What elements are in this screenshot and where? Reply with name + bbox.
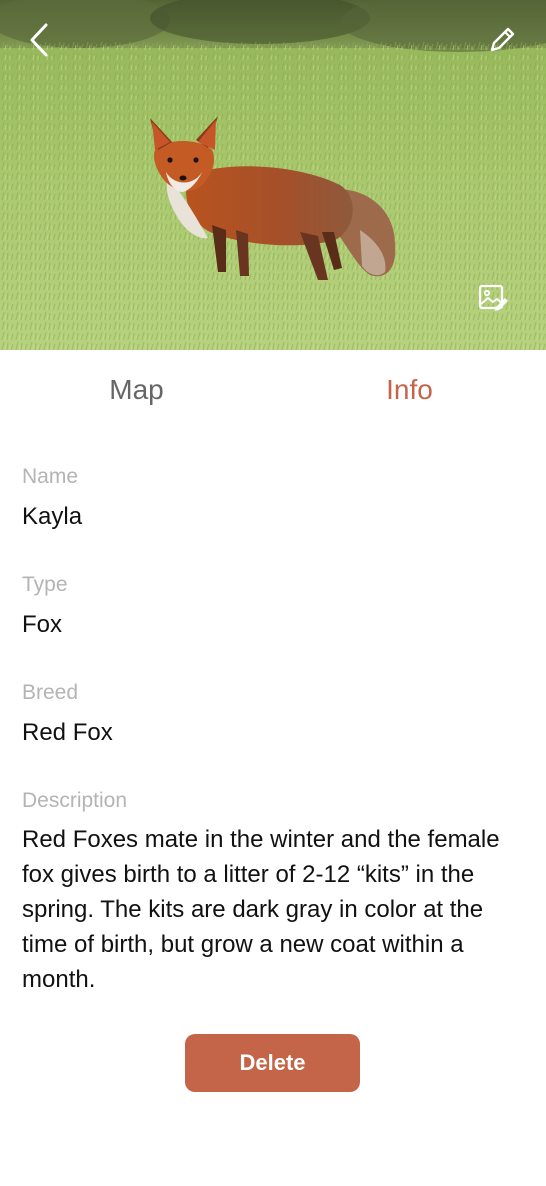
type-label: Type (22, 573, 68, 596)
edit-button[interactable] (480, 18, 524, 62)
tab-bar: Map Info (0, 350, 546, 440)
description-label: Description (22, 789, 128, 812)
delete-button[interactable]: Delete (185, 1034, 360, 1092)
fox-photo-image (0, 0, 546, 350)
chevron-left-icon (30, 23, 48, 57)
tab-info[interactable]: Info (273, 374, 546, 406)
image-edit-icon (478, 284, 508, 311)
change-photo-button[interactable] (472, 276, 516, 320)
breed-field: Breed Red Fox (22, 680, 522, 748)
type-field: Type Fox (22, 572, 522, 640)
breed-value: Red Fox (22, 719, 113, 746)
type-value: Fox (22, 611, 63, 638)
name-label: Name (22, 465, 79, 488)
description-field: Description Red Foxes mate in the winter… (22, 788, 522, 997)
name-value: Kayla (22, 503, 83, 530)
tab-map[interactable]: Map (0, 374, 273, 406)
back-button[interactable] (18, 18, 62, 62)
pet-photo (0, 0, 546, 350)
description-value: Red Foxes mate in the winter and the fem… (22, 826, 500, 993)
pencil-icon (490, 27, 515, 52)
breed-label: Breed (22, 681, 79, 704)
name-field: Name Kayla (22, 464, 522, 532)
